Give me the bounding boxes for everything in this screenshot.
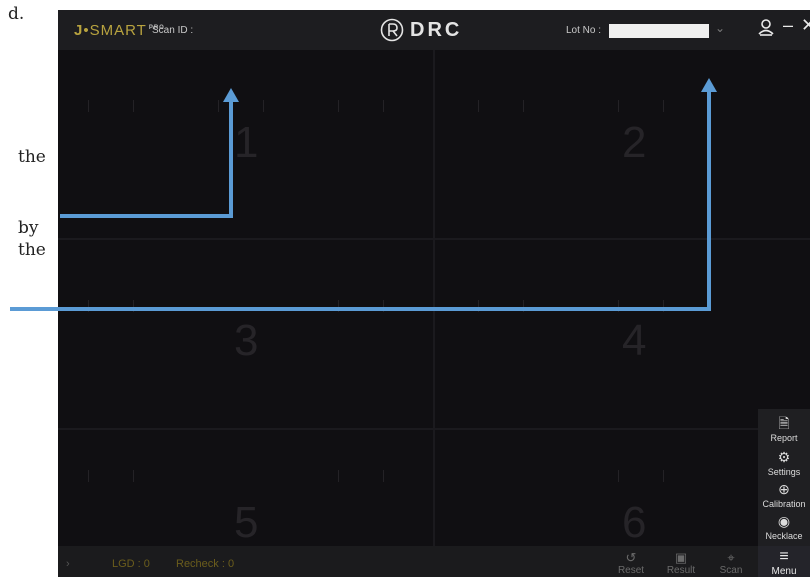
tray-mark	[618, 470, 664, 482]
annotation-arrow-line	[229, 98, 233, 218]
side-item-settings[interactable]: ⚙ Settings	[758, 449, 810, 477]
side-menu: 🗎 Report ⚙ Settings ⊕ Calibration ◉ Neck…	[758, 409, 810, 546]
side-item-label: Calibration	[762, 499, 806, 509]
reset-icon: ↺	[625, 550, 637, 565]
app-window: J•SMARTPRO Scan ID : DRC Lot No : ⌄ – ✕	[58, 10, 810, 577]
doc-text-fragment: by	[18, 218, 39, 238]
tray-mark	[618, 100, 664, 112]
side-item-report[interactable]: 🗎 Report	[758, 415, 810, 443]
annotation-arrow-line	[707, 88, 711, 311]
button-label: Menu	[771, 566, 797, 577]
annotation-arrowhead-icon	[701, 78, 717, 92]
title-bar: J•SMART PRO Scan ID : DRC Lot No : ⌄ – ✕	[58, 10, 810, 50]
lot-no-label: Lot No :	[566, 25, 602, 36]
side-item-necklace[interactable]: ◉ Necklace	[758, 513, 810, 541]
tray-mark	[338, 100, 384, 112]
doc-text-fragment: the	[18, 147, 46, 167]
button-label: Result	[666, 565, 696, 576]
scan-viewport: 1 2 3 4 5 6 🗎 Report ⚙ Settings ⊕ Calibr…	[58, 50, 810, 547]
drc-logo-icon	[380, 18, 404, 42]
quadrant-number: 3	[234, 316, 259, 365]
doc-text-fragment: d.	[8, 4, 25, 24]
minimize-icon[interactable]: –	[783, 15, 793, 36]
result-button[interactable]: ▣ Result	[656, 550, 706, 576]
menu-button[interactable]: ≡ Menu	[758, 546, 810, 577]
annotation-arrow-line	[60, 214, 231, 218]
hamburger-icon: ≡	[779, 548, 789, 565]
tray-mark	[88, 470, 134, 482]
recheck-count: Recheck : 0	[176, 558, 235, 570]
tray-mark	[88, 100, 134, 112]
grid-divider	[433, 50, 435, 546]
logo-text: DRC	[410, 18, 463, 41]
quadrant-number: 1	[234, 118, 259, 167]
quadrant-number: 4	[622, 316, 647, 365]
annotation-arrowhead-icon	[223, 88, 239, 102]
side-item-label: Report	[770, 433, 798, 443]
tray-mark	[478, 100, 524, 112]
chevron-right-icon[interactable]: ›	[66, 558, 70, 570]
brand-name: SMART	[89, 22, 147, 39]
quadrant-number: 5	[234, 498, 259, 547]
side-item-label: Necklace	[765, 531, 803, 541]
quadrant-number: 2	[622, 118, 647, 167]
drc-logo: DRC	[380, 18, 462, 42]
side-item-label: Settings	[767, 467, 801, 477]
button-label: Scan	[719, 565, 743, 576]
report-icon: 🗎	[778, 415, 790, 431]
user-icon-svg	[758, 19, 774, 36]
result-icon: ▣	[674, 550, 688, 565]
close-icon[interactable]: ✕	[801, 15, 810, 36]
status-bar: › LGD : 0 Recheck : 0 ↺ Reset ▣ Result ⌖…	[58, 546, 810, 577]
side-item-calibration[interactable]: ⊕ Calibration	[758, 481, 810, 509]
scan-id-label: Scan ID :	[152, 25, 194, 36]
chevron-down-icon[interactable]: ⌄	[715, 21, 725, 35]
brand-prefix: J	[74, 22, 84, 39]
grid-divider	[58, 428, 810, 430]
annotation-arrow-line	[10, 307, 709, 311]
gear-icon: ⚙	[777, 449, 791, 465]
lgd-count: LGD : 0	[112, 558, 150, 570]
reset-button[interactable]: ↺ Reset	[606, 550, 656, 576]
scan-button[interactable]: ⌖ Scan	[706, 550, 756, 576]
crosshair-icon: ⊕	[778, 481, 790, 497]
scan-icon: ⌖	[727, 550, 735, 565]
shield-icon: ◉	[777, 513, 791, 529]
doc-text-fragment: the	[18, 240, 46, 260]
tray-mark	[338, 470, 384, 482]
grid-divider	[58, 238, 810, 240]
user-icon[interactable]	[758, 18, 774, 41]
lot-no-field[interactable]	[609, 24, 709, 38]
quadrant-number: 6	[622, 498, 647, 547]
button-label: Reset	[617, 565, 645, 576]
